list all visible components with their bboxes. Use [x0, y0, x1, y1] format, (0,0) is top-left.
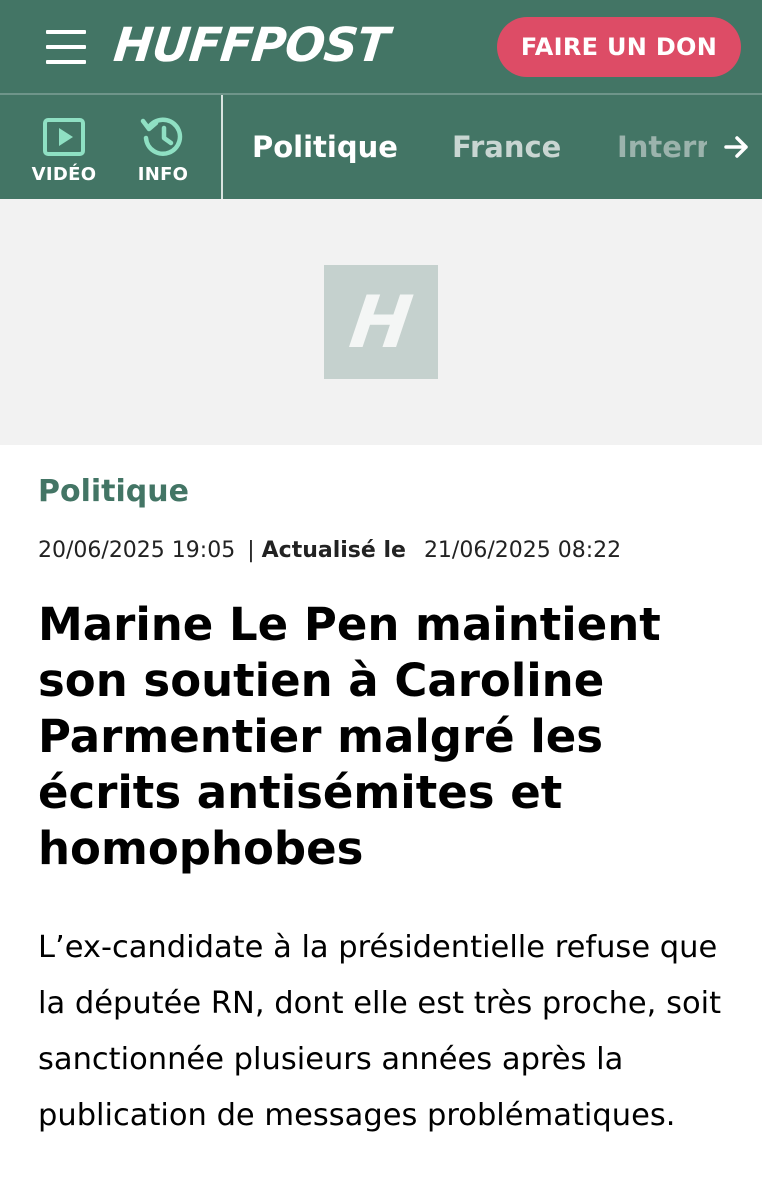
donate-button[interactable]: FAIRE UN DON [497, 17, 741, 77]
huffpost-logo[interactable]: HUFFPOST [111, 18, 391, 74]
nav-video-label: VIDÉO [31, 164, 97, 185]
history-clock-icon [140, 115, 186, 159]
huffpost-placeholder-logo: H [324, 265, 438, 379]
site-header: HUFFPOST FAIRE UN DON [0, 0, 762, 93]
published-date: 20/06/2025 19:05 [38, 537, 236, 563]
section-nav: VIDÉO INFO Politique France Internationa… [0, 93, 762, 199]
nav-divider [221, 95, 223, 199]
tab-international[interactable]: International [617, 95, 707, 199]
nav-info-button[interactable]: INFO [118, 95, 208, 199]
article-image-placeholder: H [0, 199, 762, 445]
tab-france[interactable]: France [452, 95, 561, 199]
updated-date: 21/06/2025 08:22 [423, 537, 622, 563]
article-dates: 20/06/2025 19:05 | Actualisé le 21/06/20… [38, 534, 621, 566]
play-video-icon [41, 115, 87, 159]
updated-label: Actualisé le [261, 537, 406, 563]
nav-video-button[interactable]: VIDÉO [19, 95, 109, 199]
nav-info-label: INFO [137, 164, 189, 185]
article-lede: L’ex-candidate à la présidentielle refus… [38, 930, 722, 1133]
date-separator: | [247, 537, 255, 563]
placeholder-letter: H [344, 280, 418, 364]
hamburger-menu-icon[interactable] [46, 28, 86, 66]
article-headline: Marine Le Pen maintient son soutien à Ca… [38, 598, 661, 875]
article-section-link[interactable]: Politique [38, 472, 189, 512]
tab-politique[interactable]: Politique [252, 95, 398, 199]
arrow-right-icon[interactable] [720, 95, 754, 199]
